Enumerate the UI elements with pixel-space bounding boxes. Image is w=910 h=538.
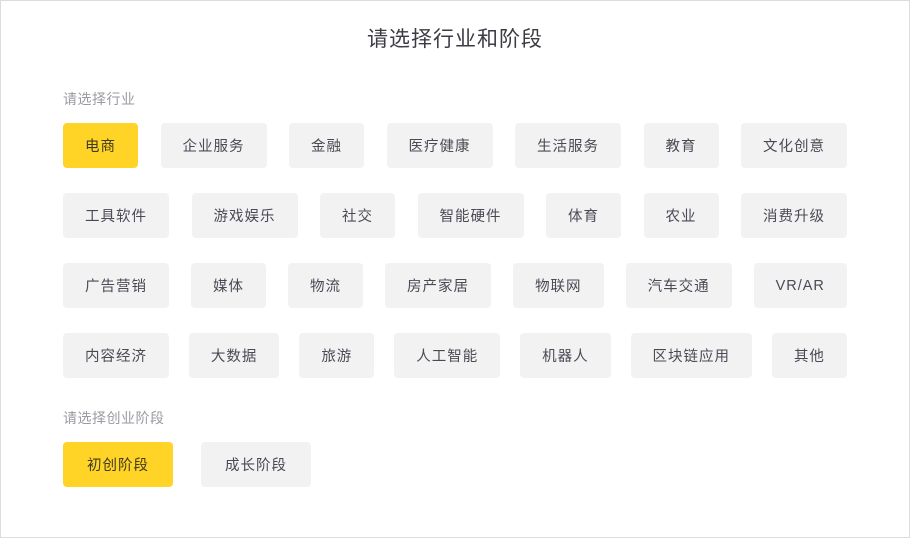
industry-chip-房产家居[interactable]: 房产家居 — [385, 263, 492, 308]
industry-chip-大数据[interactable]: 大数据 — [188, 333, 280, 378]
industry-chip-row: 工具软件 游戏娱乐 社交 智能硬件 体育 农业 消费升级 — [63, 193, 847, 238]
stage-section-label: 请选择创业阶段 — [63, 410, 165, 426]
industry-chip-内容经济[interactable]: 内容经济 — [63, 333, 169, 378]
industry-chip-汽车交通[interactable]: 汽车交通 — [625, 263, 732, 308]
industry-chip-农业[interactable]: 农业 — [643, 193, 719, 238]
industry-chip-grid: 电商 企业服务 金融 医疗健康 生活服务 教育 文化创意 工具软件 游戏娱乐 社交 智能硬件 体育 农业… — [63, 123, 847, 378]
industry-chip-广告营销[interactable]: 广告营销 — [63, 263, 169, 308]
industry-chip-物联网[interactable]: 物联网 — [513, 263, 604, 308]
industry-chip-游戏娱乐[interactable]: 游戏娱乐 — [191, 193, 298, 238]
industry-chip-教育[interactable]: 教育 — [643, 123, 719, 168]
stage-chip-初创阶段[interactable]: 初创阶段 — [63, 442, 173, 487]
industry-chip-医疗健康[interactable]: 医疗健康 — [386, 123, 493, 168]
industry-chip-旅游[interactable]: 旅游 — [299, 333, 375, 378]
industry-stage-selector-page: 请选择行业和阶段 请选择行业 电商 企业服务 金融 医疗健康 生活服务 教育 文化创意 工具软… — [0, 0, 910, 538]
industry-chip-工具软件[interactable]: 工具软件 — [63, 193, 169, 238]
industry-section-label: 请选择行业 — [63, 91, 136, 107]
industry-chip-企业服务[interactable]: 企业服务 — [160, 123, 267, 168]
page-title: 请选择行业和阶段 — [367, 28, 543, 51]
industry-chip-机器人[interactable]: 机器人 — [520, 333, 611, 378]
industry-chip-区块链应用[interactable]: 区块链应用 — [630, 333, 753, 378]
industry-chip-VR/AR[interactable]: VR/AR — [753, 263, 847, 308]
industry-chip-生活服务[interactable]: 生活服务 — [515, 123, 621, 168]
industry-chip-消费升级[interactable]: 消费升级 — [741, 193, 847, 238]
industry-chip-物流[interactable]: 物流 — [288, 263, 364, 308]
stage-options-row: 初创阶段 成长阶段 — [63, 442, 847, 487]
industry-chip-体育[interactable]: 体育 — [546, 193, 621, 238]
industry-chip-row: 内容经济 大数据 旅游 人工智能 机器人 区块链应用 其他 — [63, 333, 847, 378]
industry-chip-row: 电商 企业服务 金融 医疗健康 生活服务 教育 文化创意 — [63, 123, 847, 168]
industry-chip-人工智能[interactable]: 人工智能 — [394, 333, 501, 378]
industry-chip-其他[interactable]: 其他 — [771, 333, 847, 378]
industry-chip-媒体[interactable]: 媒体 — [191, 263, 267, 308]
industry-chip-文化创意[interactable]: 文化创意 — [741, 123, 847, 168]
industry-chip-社交[interactable]: 社交 — [320, 193, 395, 238]
industry-chip-智能硬件[interactable]: 智能硬件 — [417, 193, 524, 238]
stage-section: 请选择创业阶段 初创阶段 成长阶段 — [1, 408, 909, 487]
industry-section: 请选择行业 电商 企业服务 金融 医疗健康 生活服务 教育 文化创意 工具软件 游戏娱乐 社交 智能… — [1, 89, 909, 378]
industry-chip-金融[interactable]: 金融 — [289, 123, 364, 168]
stage-chip-成长阶段[interactable]: 成长阶段 — [201, 442, 311, 487]
industry-chip-row: 广告营销 媒体 物流 房产家居 物联网 汽车交通 VR/AR — [63, 263, 847, 308]
industry-chip-电商[interactable]: 电商 — [63, 123, 138, 168]
